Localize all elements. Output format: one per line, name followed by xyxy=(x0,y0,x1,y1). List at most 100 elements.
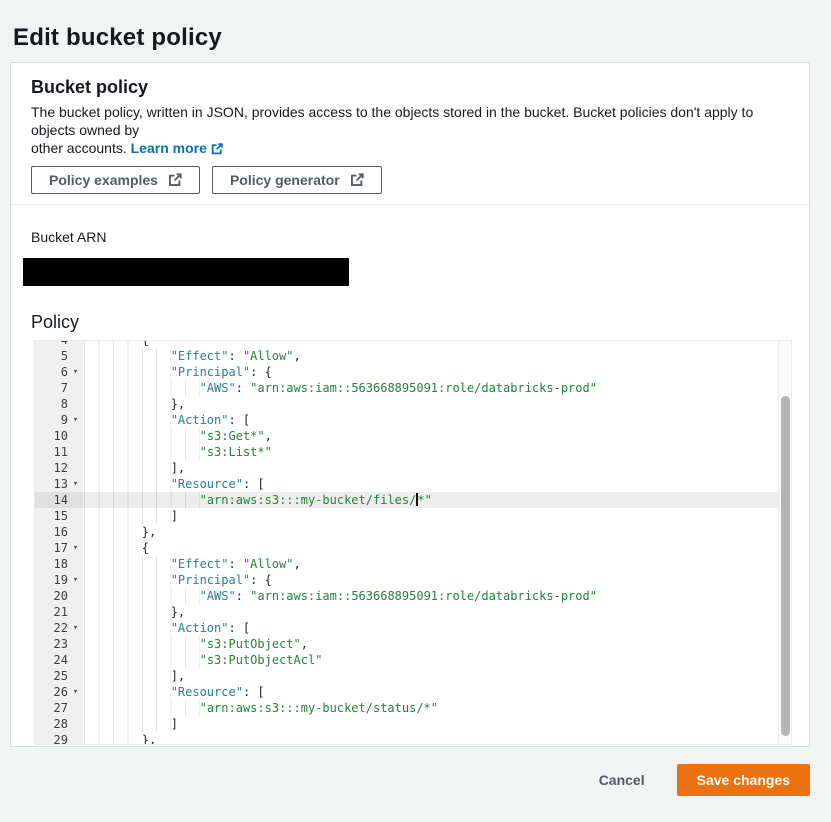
indent-guides xyxy=(84,428,200,444)
line-gutter: 21 xyxy=(35,604,83,620)
fold-arrow-icon[interactable]: ▾ xyxy=(68,540,83,556)
page-title: Edit bucket policy xyxy=(13,24,222,52)
fold-arrow-icon[interactable]: ▾ xyxy=(68,412,83,428)
line-gutter: 17▾ xyxy=(35,540,83,556)
indent-guides xyxy=(84,652,200,668)
code-line-24[interactable]: 24"s3:PutObjectAcl" xyxy=(35,652,791,668)
code-line-content: }, xyxy=(83,604,791,620)
indent-guides xyxy=(84,412,171,428)
vertical-scrollbar[interactable] xyxy=(778,341,791,744)
code-line-12[interactable]: 12], xyxy=(35,460,791,476)
policy-code-editor[interactable]: 4{5"Effect": "Allow",6▾"Principal": {7"A… xyxy=(34,340,792,745)
code-line-content: ] xyxy=(83,716,791,732)
code-line-9[interactable]: 9▾"Action": [ xyxy=(35,412,791,428)
code-line-18[interactable]: 18"Effect": "Allow", xyxy=(35,556,791,572)
line-number: 10 xyxy=(35,428,68,444)
panel-body: Bucket ARN Policy 4{5"Effect": "Allow",6… xyxy=(11,205,809,745)
line-gutter: 16 xyxy=(35,524,83,540)
line-number: 7 xyxy=(35,380,68,396)
indent-guides xyxy=(84,700,200,716)
bucket-arn-label: Bucket ARN xyxy=(31,229,789,246)
code-line-25[interactable]: 25], xyxy=(35,668,791,684)
code-line-content: { xyxy=(83,340,791,348)
line-number: 9 xyxy=(35,412,68,428)
indent-guides xyxy=(84,348,171,364)
code-line-6[interactable]: 6▾"Principal": { xyxy=(35,364,791,380)
indent-guides xyxy=(84,444,200,460)
line-number: 24 xyxy=(35,652,68,668)
code-line-content: ] xyxy=(83,508,791,524)
line-number: 25 xyxy=(35,668,68,684)
line-number: 4 xyxy=(35,340,68,348)
panel-description: The bucket policy, written in JSON, prov… xyxy=(31,103,789,159)
fold-arrow-icon[interactable]: ▾ xyxy=(68,364,83,380)
indent-guides xyxy=(84,540,142,556)
line-gutter: 9▾ xyxy=(35,412,83,428)
line-number: 12 xyxy=(35,460,68,476)
code-line-content: "Principal": { xyxy=(83,364,791,380)
line-gutter: 6▾ xyxy=(35,364,83,380)
code-line-10[interactable]: 10"s3:Get*", xyxy=(35,428,791,444)
description-line-2: other accounts. Learn more xyxy=(31,139,789,159)
code-line-content: "Action": [ xyxy=(83,412,791,428)
code-line-14[interactable]: 14"arn:aws:s3:::my-bucket/files/*" xyxy=(35,492,791,508)
policy-generator-button[interactable]: Policy generator xyxy=(212,166,382,194)
code-line-22[interactable]: 22▾"Action": [ xyxy=(35,620,791,636)
line-number: 5 xyxy=(35,348,68,364)
fold-arrow-icon[interactable]: ▾ xyxy=(68,572,83,588)
panel-heading: Bucket policy xyxy=(31,76,789,98)
code-line-content: }, xyxy=(83,396,791,412)
code-line-17[interactable]: 17▾{ xyxy=(35,540,791,556)
fold-arrow-icon[interactable]: ▾ xyxy=(68,684,83,700)
code-line-11[interactable]: 11"s3:List*" xyxy=(35,444,791,460)
line-number: 14 xyxy=(35,492,68,508)
line-gutter: 15 xyxy=(35,508,83,524)
line-gutter: 12 xyxy=(35,460,83,476)
indent-guides xyxy=(84,572,171,588)
line-number: 29 xyxy=(35,732,68,745)
line-gutter: 28 xyxy=(35,716,83,732)
indent-guides xyxy=(84,604,171,620)
code-line-28[interactable]: 28] xyxy=(35,716,791,732)
scrollbar-thumb[interactable] xyxy=(781,396,790,736)
code-line-4[interactable]: 4{ xyxy=(35,340,791,348)
external-link-icon xyxy=(168,173,182,187)
code-line-7[interactable]: 7"AWS": "arn:aws:iam::563668895091:role/… xyxy=(35,380,791,396)
indent-guides xyxy=(84,476,171,492)
bucket-policy-panel: Bucket policy The bucket policy, written… xyxy=(10,62,810,747)
line-gutter: 4 xyxy=(35,340,83,348)
indent-guides xyxy=(84,340,142,348)
indent-guides xyxy=(84,684,171,700)
line-gutter: 29 xyxy=(35,732,83,745)
code-line-8[interactable]: 8}, xyxy=(35,396,791,412)
code-line-26[interactable]: 26▾"Resource": [ xyxy=(35,684,791,700)
fold-arrow-icon[interactable]: ▾ xyxy=(68,476,83,492)
description-line-1: The bucket policy, written in JSON, prov… xyxy=(31,103,789,139)
code-line-5[interactable]: 5"Effect": "Allow", xyxy=(35,348,791,364)
code-line-16[interactable]: 16}, xyxy=(35,524,791,540)
line-gutter: 26▾ xyxy=(35,684,83,700)
indent-guides xyxy=(84,668,171,684)
code-line-15[interactable]: 15] xyxy=(35,508,791,524)
code-line-21[interactable]: 21}, xyxy=(35,604,791,620)
learn-more-link[interactable]: Learn more xyxy=(131,140,223,156)
policy-examples-button[interactable]: Policy examples xyxy=(31,166,200,194)
line-number: 20 xyxy=(35,588,68,604)
line-number: 21 xyxy=(35,604,68,620)
code-line-13[interactable]: 13▾"Resource": [ xyxy=(35,476,791,492)
code-line-20[interactable]: 20"AWS": "arn:aws:iam::563668895091:role… xyxy=(35,588,791,604)
external-link-icon xyxy=(211,141,223,159)
line-number: 8 xyxy=(35,396,68,412)
cancel-button[interactable]: Cancel xyxy=(599,772,645,788)
save-changes-button[interactable]: Save changes xyxy=(677,764,810,796)
line-number: 17 xyxy=(35,540,68,556)
line-gutter: 10 xyxy=(35,428,83,444)
code-line-content: "Action": [ xyxy=(83,620,791,636)
fold-arrow-icon[interactable]: ▾ xyxy=(68,620,83,636)
line-gutter: 24 xyxy=(35,652,83,668)
code-line-27[interactable]: 27"arn:aws:s3:::my-bucket/status/*" xyxy=(35,700,791,716)
code-line-29[interactable]: 29}, xyxy=(35,732,791,745)
code-line-19[interactable]: 19▾"Principal": { xyxy=(35,572,791,588)
line-gutter: 5 xyxy=(35,348,83,364)
code-line-23[interactable]: 23"s3:PutObject", xyxy=(35,636,791,652)
